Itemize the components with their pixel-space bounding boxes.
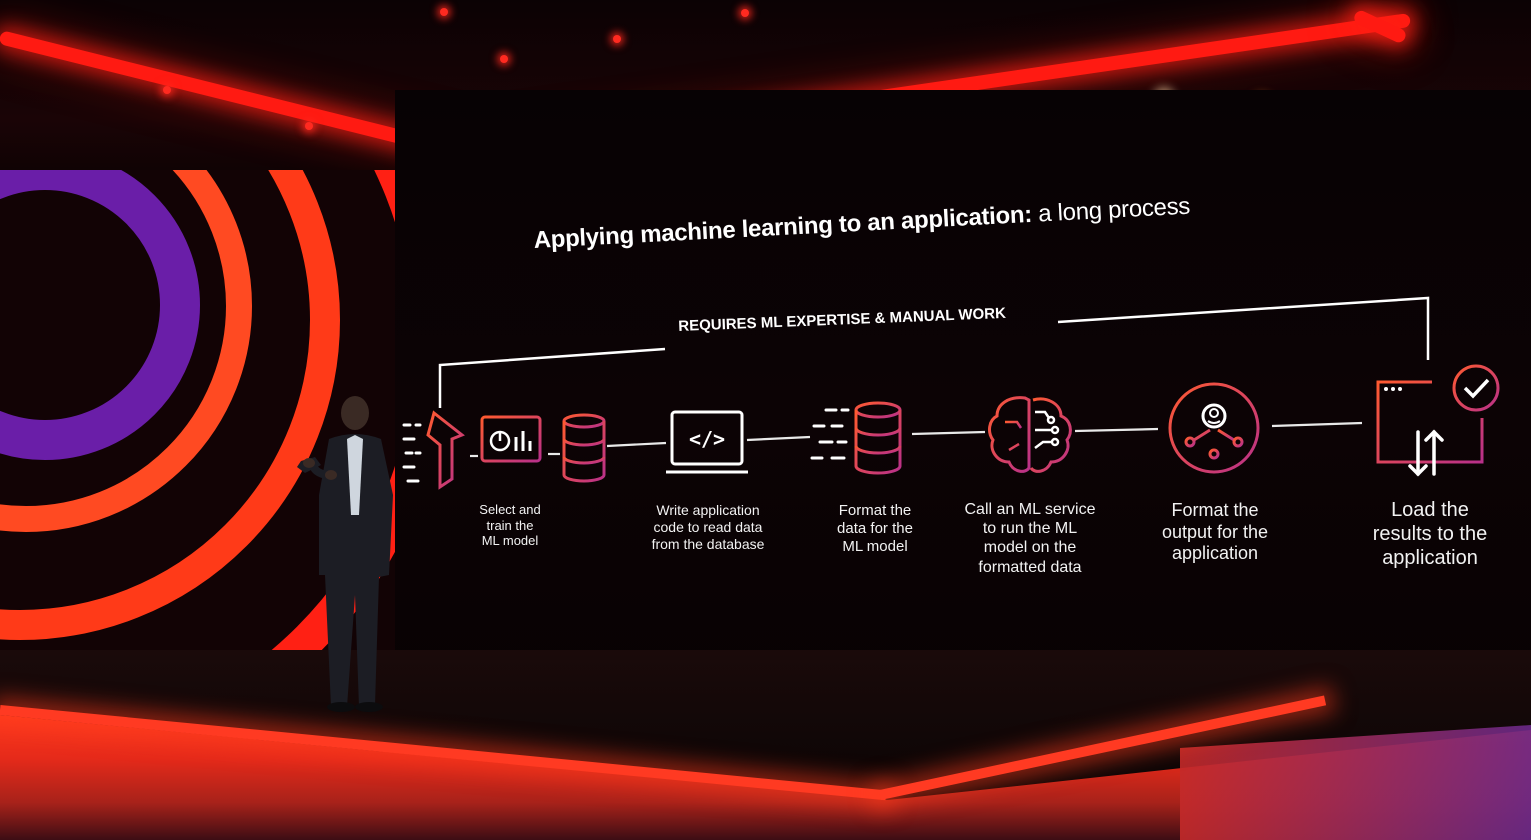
ml-model-training-icon [400,405,610,495]
svg-text:</>: </> [689,427,725,451]
step-label-call-ml-service: Call an ML service to run the ML model o… [964,501,1096,576]
database-format-icon [808,400,908,480]
step-label-write-code: Write application code to read data from… [651,502,765,552]
code-laptop-icon: </> [666,408,748,480]
presenter [285,395,405,715]
step-label-select-train: Select and train the ML model [479,502,541,549]
keynote-stage-scene: Applying machine learning to an applicat… [0,0,1531,840]
step-connectors [470,421,1363,458]
app-window-check-icon [1372,362,1502,482]
step-label-load-results: Load the results to the application [1372,499,1488,569]
step-label-format-output: Format the output for the application [1161,500,1269,564]
brain-circuit-icon [985,392,1075,476]
step-label-format-data: Format the data for the ML model [837,502,913,555]
user-hub-icon [1166,380,1262,476]
